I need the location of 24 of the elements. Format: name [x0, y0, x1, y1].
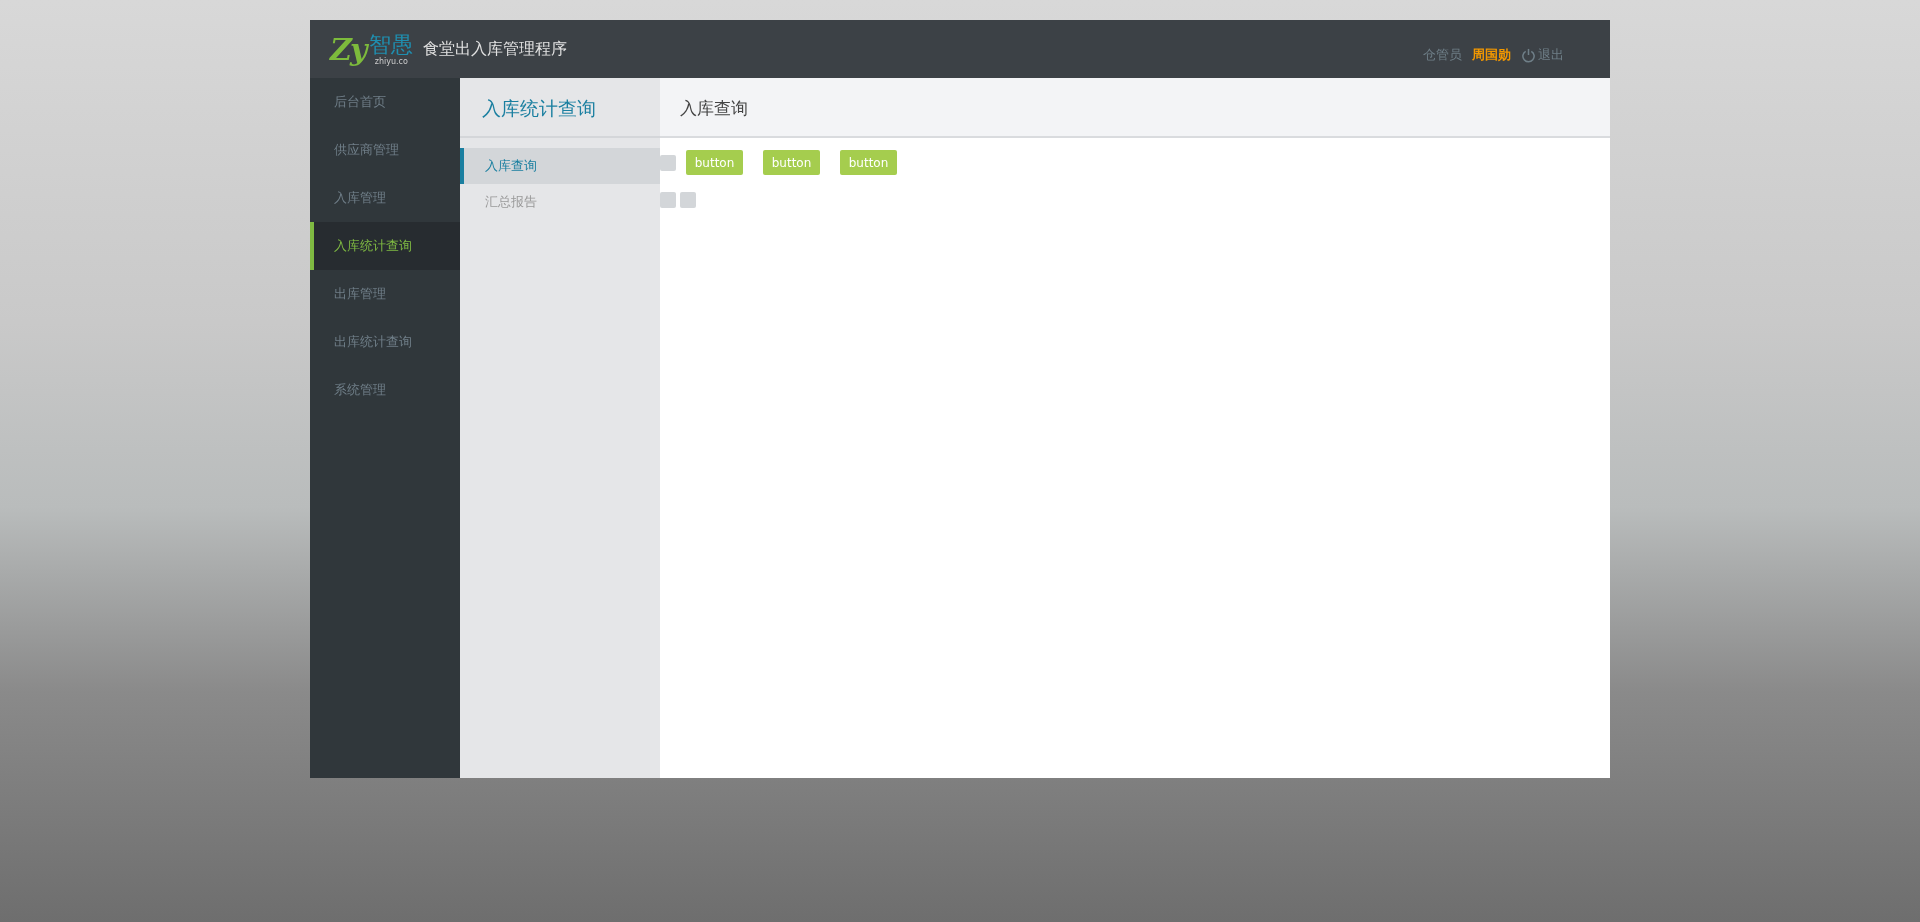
subnav-item[interactable]: 汇总报告 [460, 184, 660, 220]
action-button[interactable]: button [686, 150, 743, 175]
action-button[interactable]: button [840, 150, 897, 175]
power-icon [1521, 47, 1536, 63]
placeholder-square [660, 192, 676, 208]
logo-name: 智愚 [369, 32, 414, 57]
subnav-item[interactable]: 入库查询 [460, 148, 660, 184]
sidebar-item[interactable]: 后台首页 [310, 78, 460, 126]
user-role: 仓管员 [1423, 46, 1462, 64]
sidebar-item[interactable]: 出库统计查询 [310, 318, 460, 366]
placeholder-square [680, 192, 696, 208]
logo-domain: zhiyu.co [374, 56, 408, 66]
sidebar-item[interactable]: 系统管理 [310, 366, 460, 414]
sidebar-item[interactable]: 入库统计查询 [310, 222, 460, 270]
user-name: 周国勋 [1472, 46, 1511, 64]
placeholder-square [660, 154, 676, 171]
sidebar-item[interactable]: 出库管理 [310, 270, 460, 318]
sidebar-item[interactable]: 供应商管理 [310, 126, 460, 174]
content-title: 入库查询 [680, 98, 748, 118]
logo-mark: Zy [330, 31, 366, 67]
app-title: 食堂出入库管理程序 [423, 38, 568, 60]
sidebar-item[interactable]: 入库管理 [310, 174, 460, 222]
logout-link[interactable]: 退出 [1521, 46, 1564, 64]
action-button[interactable]: button [763, 150, 820, 175]
